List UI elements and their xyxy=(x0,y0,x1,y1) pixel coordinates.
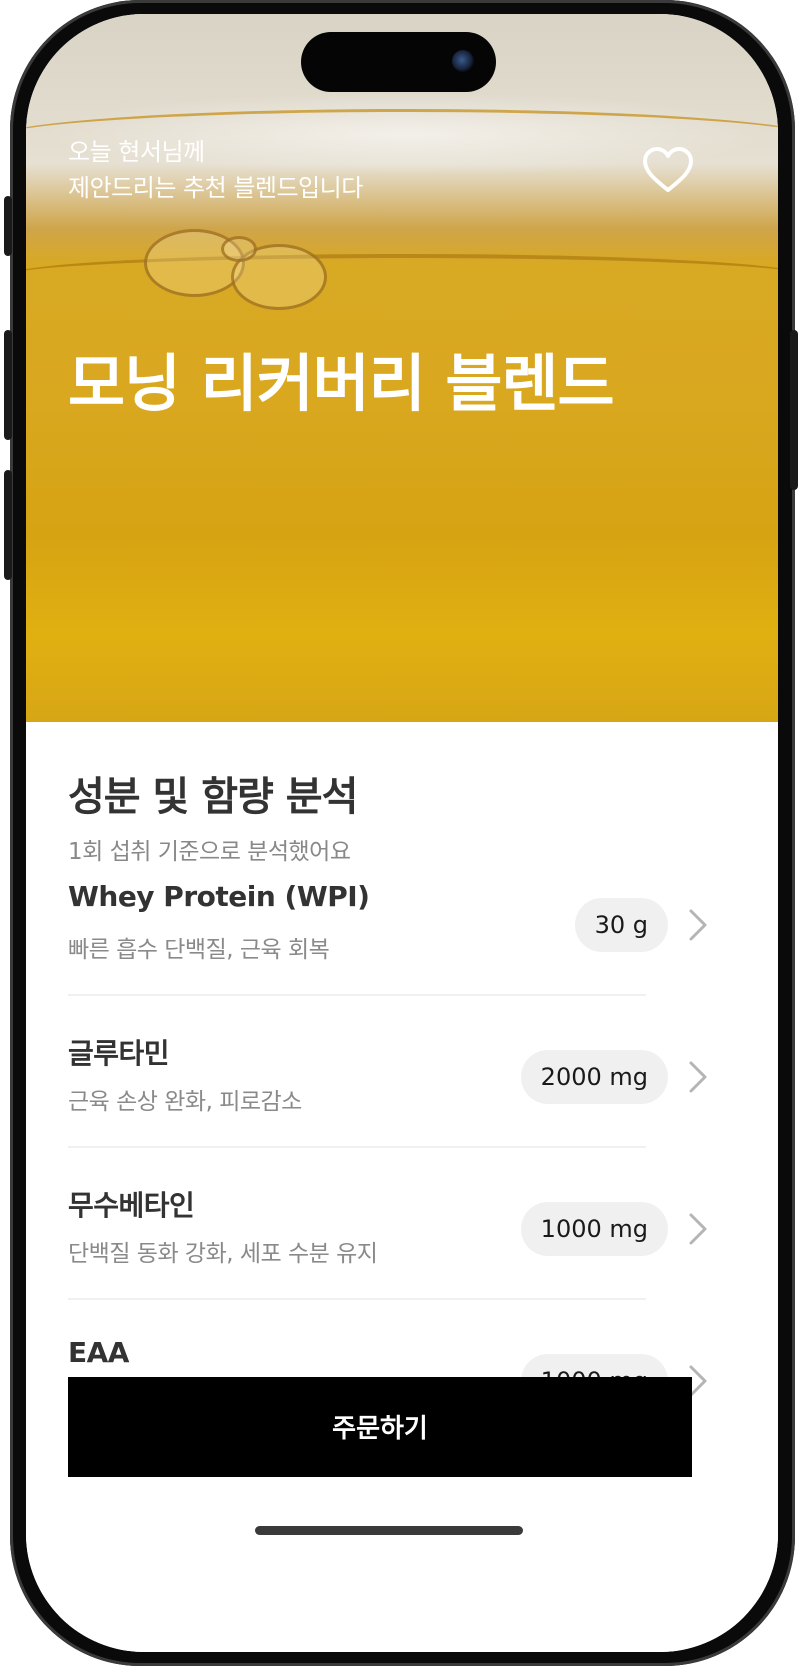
ingredient-description: 단백질 동화 강화, 세포 수분 유지 xyxy=(68,1241,378,1267)
action-button xyxy=(4,196,12,256)
chevron-right-icon xyxy=(689,1213,707,1245)
ingredient-row[interactable]: 글루타민 근육 손상 완화, 피로감소 2000 mg xyxy=(68,1032,708,1192)
ingredient-name: EAA xyxy=(68,1336,129,1369)
ingredient-description: 근육 손상 완화, 피로감소 xyxy=(68,1089,302,1115)
power-button xyxy=(790,330,798,490)
section-subtitle: 1회 섭취 기준으로 분석했어요 xyxy=(68,839,351,865)
favorite-button[interactable] xyxy=(642,146,694,194)
liquid-surface xyxy=(26,254,778,298)
camera-icon xyxy=(452,50,474,72)
ingredient-amount-badge: 2000 mg xyxy=(520,1050,668,1104)
ingredient-name: 글루타민 xyxy=(68,1037,170,1070)
home-indicator[interactable] xyxy=(255,1526,523,1535)
ingredient-amount-badge: 1000 mg xyxy=(520,1202,668,1256)
dynamic-island xyxy=(301,32,496,92)
bubble xyxy=(221,236,257,262)
ingredient-description: 빠른 흡수 단백질, 근육 회복 xyxy=(68,937,330,963)
ingredient-row[interactable]: 무수베타인 단백질 동화 강화, 세포 수분 유지 1000 mg xyxy=(68,1184,708,1344)
ingredient-row[interactable]: Whey Protein (WPI) 빠른 흡수 단백질, 근육 회복 30 g xyxy=(68,880,708,1040)
divider xyxy=(68,994,646,996)
hero-subtitle: 오늘 현서님께 제안드리는 추천 블렌드입니다 xyxy=(68,138,363,202)
analysis-section: 성분 및 함량 분석 1회 섭취 기준으로 분석했어요 Whey Protein… xyxy=(26,722,778,1652)
ingredient-name: Whey Protein (WPI) xyxy=(68,880,370,913)
chevron-right-icon xyxy=(689,909,707,941)
divider xyxy=(68,1146,646,1148)
ingredient-amount-badge: 30 g xyxy=(574,898,668,952)
heart-outline-icon xyxy=(643,147,693,192)
volume-down-button xyxy=(4,470,12,580)
divider xyxy=(68,1298,646,1300)
hero-image: 오늘 현서님께 제안드리는 추천 블렌드입니다 모닝 리커버리 블렌드 xyxy=(26,14,778,722)
screen: 오늘 현서님께 제안드리는 추천 블렌드입니다 모닝 리커버리 블렌드 성분 및… xyxy=(26,14,778,1652)
order-button[interactable]: 주문하기 xyxy=(68,1377,692,1477)
volume-up-button xyxy=(4,330,12,440)
section-title: 성분 및 함량 분석 xyxy=(68,774,358,820)
chevron-right-icon xyxy=(689,1061,707,1093)
ingredient-name: 무수베타인 xyxy=(68,1189,195,1222)
blend-title: 모닝 리커버리 블렌드 xyxy=(68,347,615,420)
